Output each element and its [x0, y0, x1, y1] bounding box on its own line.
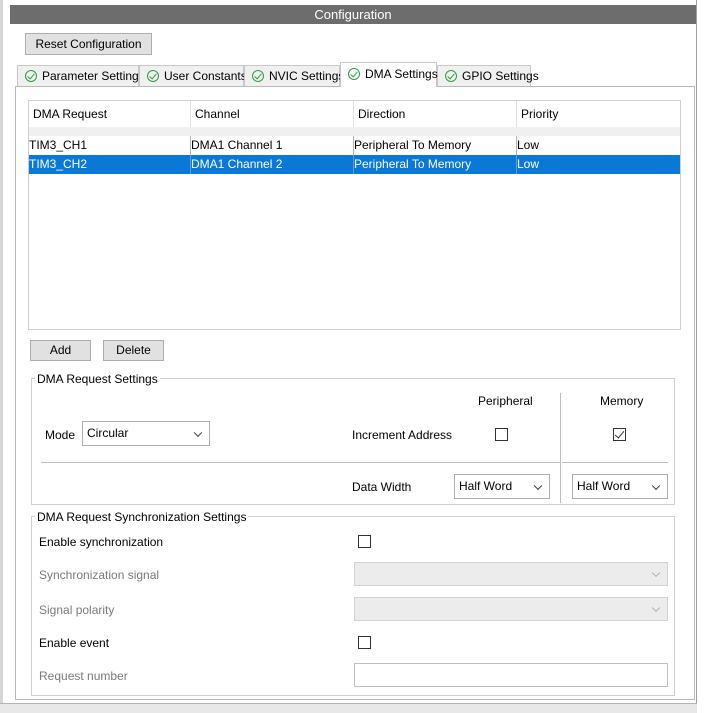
tab-label: NVIC Settings — [269, 69, 345, 83]
peripheral-data-width-dropdown[interactable]: Half Word — [454, 474, 550, 499]
table-header: DMA Request Channel Direction Priority — [29, 101, 680, 127]
request-number-label: Request number — [39, 669, 128, 683]
check-circle-icon — [147, 70, 159, 82]
tab-label: GPIO Settings — [462, 69, 539, 83]
cell-direction: Peripheral To Memory — [354, 155, 517, 174]
delete-button[interactable]: Delete — [103, 340, 164, 361]
tab-gpio-settings[interactable]: GPIO Settings — [437, 65, 539, 86]
check-circle-icon — [445, 70, 457, 82]
reset-configuration-button[interactable]: Reset Configuration — [25, 33, 152, 55]
column-divider — [560, 393, 561, 503]
cell-priority: Low — [517, 157, 540, 171]
tab-user-constants[interactable]: User Constants — [139, 65, 247, 86]
table-row-selected[interactable]: TIM3_CH2 DMA1 Channel 2 Peripheral To Me… — [29, 155, 680, 174]
group-title: DMA Request Synchronization Settings — [35, 510, 249, 524]
horizontal-scrollbar-track[interactable] — [0, 703, 697, 713]
synchronization-signal-label: Synchronization signal — [39, 568, 160, 582]
peripheral-column-label: Peripheral — [478, 394, 533, 408]
increment-peripheral-checkbox[interactable] — [495, 428, 508, 441]
increment-address-label: Increment Address — [352, 428, 453, 442]
dma-request-table[interactable]: DMA Request Channel Direction Priority T… — [28, 100, 681, 330]
memory-column-label: Memory — [600, 394, 644, 408]
column-header-channel[interactable]: Channel — [191, 101, 354, 127]
table-row[interactable]: TIM3_CH1 DMA1 Channel 1 Peripheral To Me… — [29, 136, 680, 155]
cell-priority: Low — [517, 138, 540, 152]
memory-data-width-dropdown[interactable]: Half Word — [572, 474, 668, 499]
enable-event-label: Enable event — [39, 636, 110, 650]
tab-label: DMA Settings — [365, 67, 438, 81]
enable-synchronization-label: Enable synchronization — [39, 535, 164, 549]
tab-label: User Constants — [164, 69, 247, 83]
mode-value: Circular — [87, 426, 129, 440]
increment-memory-checkbox[interactable] — [613, 428, 626, 441]
tab-label: Parameter Settings — [42, 69, 145, 83]
signal-polarity-label: Signal polarity — [39, 603, 115, 617]
cell-channel: DMA1 Channel 1 — [191, 136, 354, 155]
configuration-window: Configuration Reset Configuration Parame… — [0, 0, 721, 713]
chevron-down-icon — [651, 603, 661, 613]
tab-parameter-settings[interactable]: Parameter Settings — [17, 65, 145, 86]
tab-nvic-settings[interactable]: NVIC Settings — [244, 65, 344, 86]
table-body: TIM3_CH1 DMA1 Channel 1 Peripheral To Me… — [29, 136, 680, 329]
memory-data-width-value: Half Word — [577, 479, 631, 493]
left-border — [0, 0, 3, 713]
peripheral-data-width-value: Half Word — [459, 479, 513, 493]
chevron-down-icon — [533, 481, 543, 490]
check-circle-icon — [252, 70, 264, 82]
add-button[interactable]: Add — [30, 340, 91, 361]
group-title: DMA Request Settings — [35, 372, 160, 386]
column-header-priority[interactable]: Priority — [517, 101, 680, 127]
signal-polarity-dropdown[interactable] — [354, 597, 668, 621]
chevron-down-icon — [193, 428, 203, 437]
right-border — [696, 0, 697, 713]
enable-synchronization-checkbox[interactable] — [358, 535, 371, 548]
column-header-direction[interactable]: Direction — [354, 101, 517, 127]
cell-direction: Peripheral To Memory — [354, 136, 517, 155]
chevron-down-icon — [651, 481, 661, 490]
synchronization-signal-dropdown[interactable] — [354, 562, 668, 586]
tab-dma-settings[interactable]: DMA Settings — [340, 62, 438, 87]
row-divider — [41, 462, 560, 463]
enable-event-checkbox[interactable] — [358, 636, 371, 649]
row-divider — [562, 462, 668, 463]
check-circle-icon — [25, 70, 37, 82]
data-width-label: Data Width — [352, 480, 412, 494]
mode-dropdown[interactable]: Circular — [82, 421, 210, 446]
column-header-dma-request[interactable]: DMA Request — [29, 101, 191, 127]
check-circle-icon — [348, 68, 360, 80]
chevron-down-icon — [651, 568, 661, 578]
cell-dma-request: TIM3_CH1 — [29, 136, 191, 155]
cell-dma-request: TIM3_CH2 — [29, 155, 191, 174]
cell-channel: DMA1 Channel 2 — [191, 155, 354, 174]
mode-label: Mode — [45, 428, 76, 442]
request-number-input[interactable] — [354, 663, 668, 687]
window-title: Configuration — [10, 5, 696, 24]
